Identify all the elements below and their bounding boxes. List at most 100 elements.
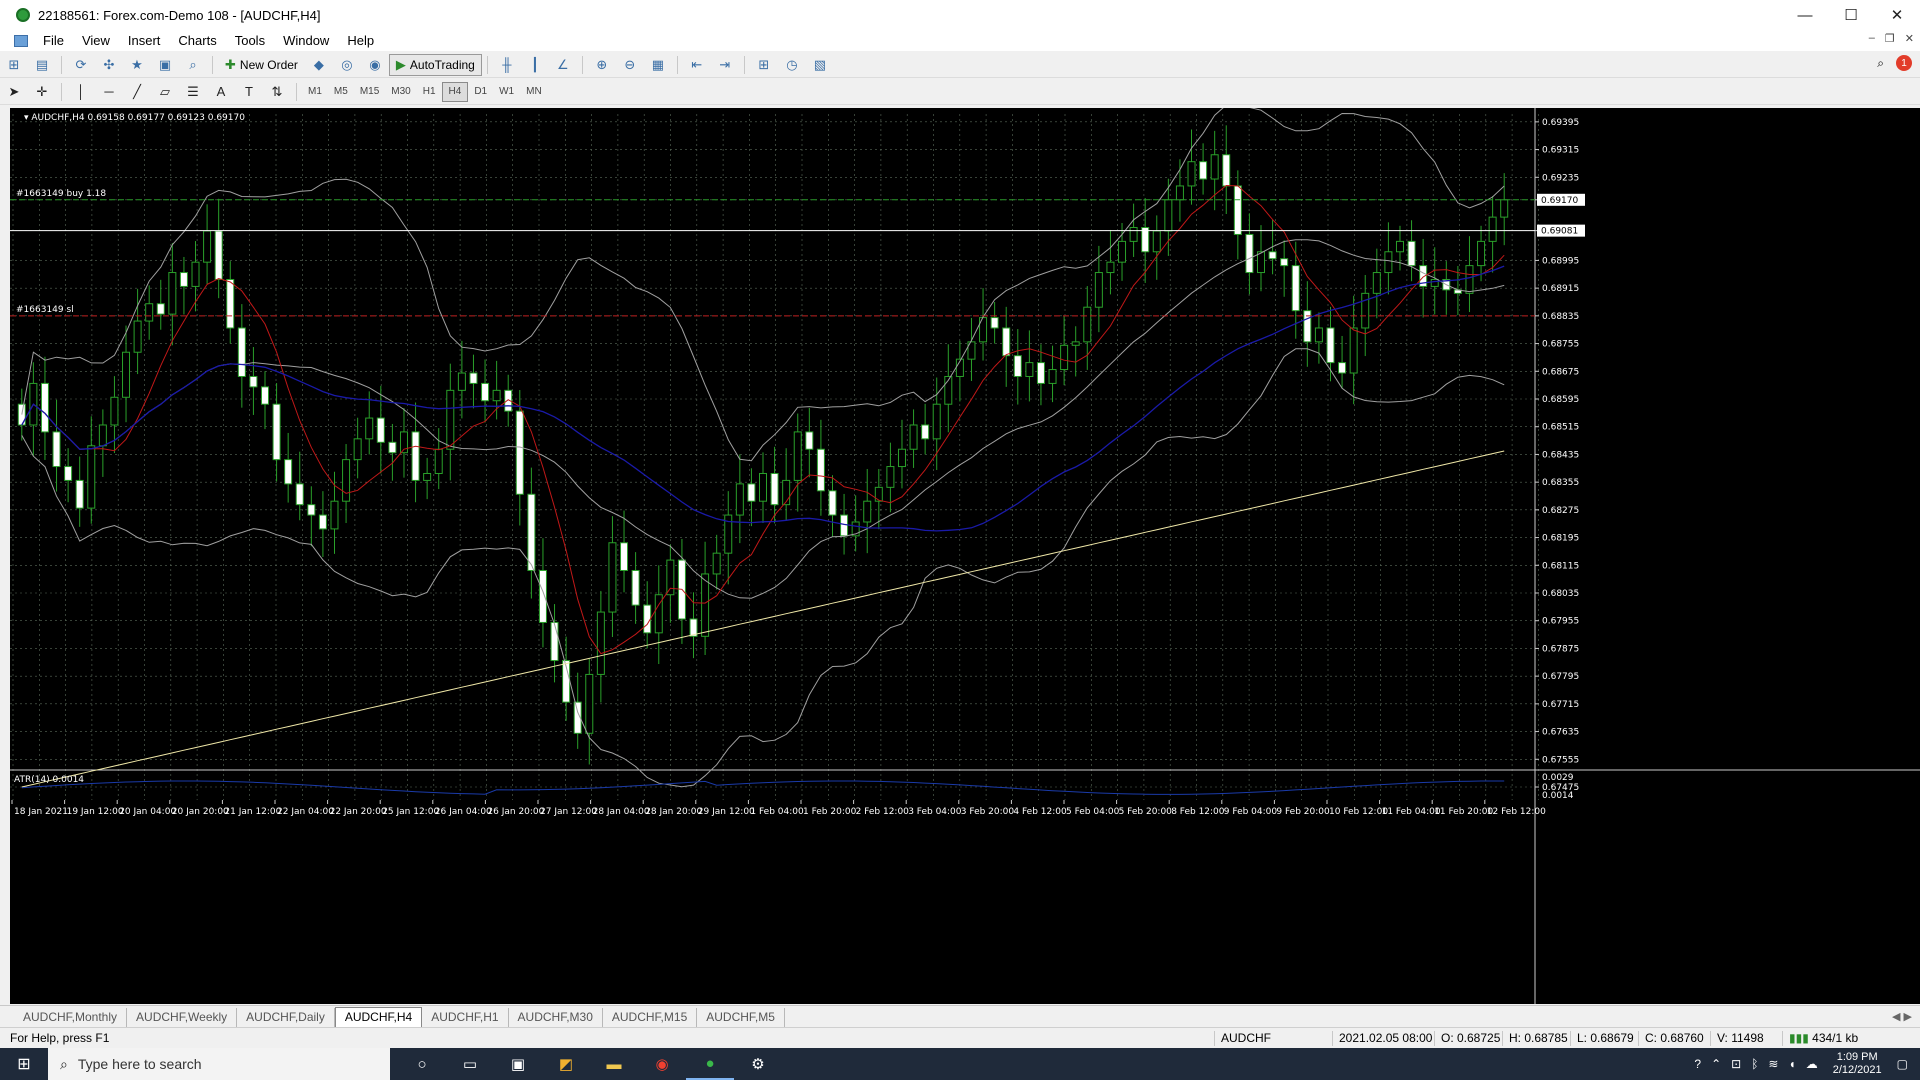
close-button[interactable]: ✕ <box>1874 0 1920 30</box>
price-chart[interactable]: 0.69395 0.69315 0.69235 0.69170 0.69081 0.689… <box>10 108 1920 1004</box>
autoscroll-icon[interactable]: ⇤ <box>686 55 708 75</box>
navigator-icon[interactable]: ★ <box>126 55 148 75</box>
candle-bull <box>1175 185 1184 201</box>
experts-icon[interactable]: ◎ <box>336 55 358 75</box>
wifi-icon[interactable]: ≋ <box>1768 1057 1778 1071</box>
onedrive-icon[interactable]: ☁ <box>1806 1057 1818 1071</box>
taskbar-search-input[interactable]: ⌕ Type here to search <box>48 1048 390 1080</box>
tab-scroll-arrows-icon[interactable]: ◀ ▶ <box>1892 1010 1912 1023</box>
chart-info-label: ▾ AUDCHF,H4 0.69158 0.69177 0.69123 0.69… <box>24 113 245 123</box>
arrows-icon[interactable]: ⇅ <box>266 82 288 102</box>
chevron-up-icon[interactable]: ⌃ <box>1711 1057 1721 1071</box>
tile-windows-icon[interactable]: ▦ <box>647 55 669 75</box>
terminal-icon[interactable]: ▣ <box>154 55 176 75</box>
connection-status[interactable]: ▮▮▮ 434/1 kb <box>1782 1031 1858 1046</box>
menu-charts[interactable]: Charts <box>169 33 225 48</box>
menu-help[interactable]: Help <box>338 33 383 48</box>
help-tray-icon[interactable]: ? <box>1694 1057 1701 1071</box>
tab-audchf-weekly[interactable]: AUDCHF,Weekly <box>127 1008 238 1027</box>
search-icon: ⌕ <box>60 1055 68 1072</box>
document-window-icon[interactable] <box>14 34 28 47</box>
monitor-app-icon[interactable]: ▣ <box>494 1048 542 1080</box>
maximize-button[interactable]: ☐ <box>1828 0 1874 30</box>
timeframe-m5[interactable]: M5 <box>328 82 354 102</box>
menu-window[interactable]: Window <box>274 33 338 48</box>
strategy-tester-icon[interactable]: ⌕ <box>182 55 204 75</box>
cursor-icon[interactable]: ➤ <box>3 82 25 102</box>
timeframe-w1[interactable]: W1 <box>493 82 520 102</box>
new-chart-icon[interactable]: ⊞ <box>3 55 25 75</box>
market-watch-icon[interactable]: ⟳ <box>70 55 92 75</box>
candle-bull <box>608 542 617 613</box>
crosshair-icon[interactable]: ✛ <box>31 82 53 102</box>
menu-tools[interactable]: Tools <box>226 33 274 48</box>
cortana-icon[interactable]: ○ <box>398 1048 446 1080</box>
standard-toolbar: ⊞ ▤ ⟳ ✣ ★ ▣ ⌕ ✚ New Order ◆ ◎ ◉ ▶ AutoTr… <box>0 52 1920 78</box>
minimize-button[interactable]: — <box>1782 0 1828 30</box>
menu-file[interactable]: File <box>34 33 73 48</box>
trendline-icon[interactable]: ╱ <box>126 82 148 102</box>
candlestick-icon[interactable]: ┃ <box>524 55 546 75</box>
fibonacci-icon[interactable]: ☰ <box>182 82 204 102</box>
action-center-icon[interactable]: ▢ <box>1897 1057 1908 1071</box>
time-axis-label: 5 Feb 04:00 <box>1066 807 1120 817</box>
mdi-minimize-icon[interactable]: – <box>1869 32 1875 45</box>
timeframe-mn[interactable]: MN <box>520 82 548 102</box>
autotrading-button[interactable]: ▶ AutoTrading <box>388 53 482 76</box>
tab-audchf-h4[interactable]: AUDCHF,H4 <box>334 1007 423 1027</box>
templates-icon[interactable]: ▧ <box>809 55 831 75</box>
tab-audchf-daily[interactable]: AUDCHF,Daily <box>237 1008 335 1027</box>
tab-audchf-monthly[interactable]: AUDCHF,Monthly <box>14 1008 128 1027</box>
mdi-close-icon[interactable]: ✕ <box>1905 32 1914 45</box>
tab-audchf-m30[interactable]: AUDCHF,M30 <box>509 1008 603 1027</box>
bluetooth-icon[interactable]: ᛒ <box>1751 1057 1758 1071</box>
timeframe-d1[interactable]: D1 <box>468 82 493 102</box>
new-order-button[interactable]: ✚ New Order <box>218 54 305 76</box>
indicators-icon[interactable]: ⊞ <box>753 55 775 75</box>
timeframe-m15[interactable]: M15 <box>354 82 385 102</box>
timeframe-m30[interactable]: M30 <box>385 82 416 102</box>
text-label-icon[interactable]: T <box>238 82 260 102</box>
notification-badge[interactable]: 1 <box>1896 55 1912 71</box>
menu-insert[interactable]: Insert <box>119 33 170 48</box>
zoom-out-icon[interactable]: ⊖ <box>619 55 641 75</box>
mdi-restore-icon[interactable]: ❐ <box>1885 32 1895 45</box>
chrome-icon[interactable]: ◉ <box>638 1048 686 1080</box>
windows-start-icon[interactable]: ⊞ <box>0 1048 48 1080</box>
bar-chart-icon[interactable]: ╫ <box>496 55 518 75</box>
metaeditor-icon[interactable]: ◆ <box>308 55 330 75</box>
candle-bull <box>492 389 501 402</box>
chart-canvas[interactable]: 0.69395 0.69315 0.69235 0.69170 0.69081 0.689… <box>10 108 1920 1004</box>
file-explorer-icon[interactable]: ▬ <box>590 1048 638 1080</box>
tab-audchf-m5[interactable]: AUDCHF,M5 <box>697 1008 785 1027</box>
profiles-icon[interactable]: ▤ <box>31 55 53 75</box>
menu-view[interactable]: View <box>73 33 119 48</box>
sublime-app-icon[interactable]: ◩ <box>542 1048 590 1080</box>
horizontal-line-icon[interactable]: ─ <box>98 82 120 102</box>
data-window-icon[interactable]: ✣ <box>98 55 120 75</box>
network-tray-icon[interactable]: ⊡ <box>1731 1057 1741 1071</box>
vertical-line-icon[interactable]: │ <box>70 82 92 102</box>
settings-app-icon[interactable]: ⚙ <box>734 1048 782 1080</box>
chart-shift-icon[interactable]: ⇥ <box>714 55 736 75</box>
timeframe-h4[interactable]: H4 <box>441 81 469 102</box>
system-clock[interactable]: 1:09 PM 2/12/2021 <box>1833 1051 1882 1077</box>
volume-icon[interactable]: ◖ <box>1788 1057 1795 1071</box>
search-icon[interactable]: ⌕ <box>1877 56 1884 71</box>
candle-bull <box>712 552 721 575</box>
tab-audchf-m15[interactable]: AUDCHF,M15 <box>603 1008 698 1027</box>
signals-icon[interactable]: ◉ <box>364 55 386 75</box>
task-view-icon[interactable]: ▭ <box>446 1048 494 1080</box>
line-chart-icon[interactable]: ∠ <box>552 55 574 75</box>
tab-audchf-h1[interactable]: AUDCHF,H1 <box>422 1008 509 1027</box>
candle-bull <box>342 459 351 502</box>
candle-bear <box>226 278 235 329</box>
channel-icon[interactable]: ▱ <box>154 82 176 102</box>
timeframe-m1[interactable]: M1 <box>302 82 328 102</box>
timeframe-h1[interactable]: H1 <box>417 82 442 102</box>
periods-icon[interactable]: ◷ <box>781 55 803 75</box>
zoom-in-icon[interactable]: ⊕ <box>591 55 613 75</box>
time-axis-label: 8 Feb 12:00 <box>1171 807 1225 817</box>
text-icon[interactable]: A <box>210 82 232 102</box>
metatrader-app-icon[interactable]: ● <box>686 1048 734 1080</box>
